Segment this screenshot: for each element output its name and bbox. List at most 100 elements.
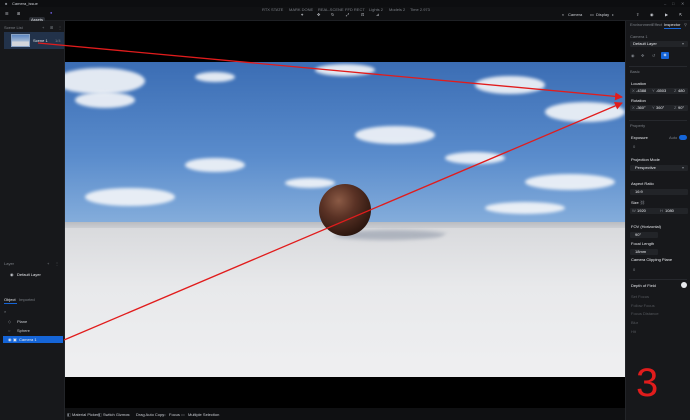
size-field[interactable]: W 1920 H 1080 [630, 208, 688, 214]
property-section-label: Property [630, 123, 646, 128]
fov-value[interactable]: 90° [635, 232, 641, 237]
grid-icon[interactable]: ⊞ [17, 11, 20, 16]
ground-plane [65, 228, 625, 377]
more-icon[interactable]: ⋮ [58, 25, 62, 30]
render-view[interactable] [65, 62, 625, 377]
link-icon[interactable]: ⛓ [640, 200, 645, 205]
add-layer-icon[interactable]: + [47, 261, 49, 266]
tab-environment[interactable]: Environment [630, 22, 652, 27]
reset-icon[interactable]: ↺ [652, 53, 655, 58]
basic-section-label: Basic [630, 69, 640, 74]
measure-icon[interactable]: ⊿ [376, 12, 379, 17]
projection-select[interactable]: Perspective ▾ [630, 165, 688, 171]
object-name: Camera 1 [19, 337, 37, 342]
snap-icon[interactable]: ⊡ [361, 12, 364, 17]
tab-object[interactable]: Object [4, 297, 16, 302]
projection-label: Projection Mode [631, 157, 660, 162]
move-icon[interactable]: ✥ [317, 12, 320, 17]
focal-field[interactable]: 18mm [630, 249, 658, 255]
sphere-object[interactable] [319, 184, 371, 236]
mouse-icon: ◧ [67, 412, 71, 417]
chevron-down-icon: ▾ [682, 165, 685, 170]
visibility-icon[interactable]: ◉ [8, 337, 12, 342]
rotation-z[interactable]: 90° [678, 105, 684, 110]
share-icon[interactable]: ⇪ [636, 12, 639, 17]
tab-imported[interactable]: Imported [19, 297, 35, 302]
menu-item-rtx[interactable]: RTX STATE [262, 7, 283, 12]
status-item: Multiple Selection [188, 412, 220, 417]
size-width[interactable]: 1920 [637, 208, 646, 213]
dof-item: Hit [631, 329, 636, 334]
location-label: Location [631, 81, 647, 86]
object-name: Sphere [17, 328, 30, 333]
tab-effect[interactable]: Effect [652, 22, 662, 27]
collapse-icon[interactable]: ▸ [612, 12, 614, 17]
key-icon: ▭ [162, 412, 166, 417]
dof-toggle[interactable] [681, 282, 687, 288]
mouse-icon: ◧ [98, 412, 102, 417]
status-item: Focus [169, 412, 180, 417]
exposure-value[interactable]: 0 [633, 144, 635, 149]
list-item[interactable]: ○ Sphere [3, 327, 63, 334]
size-height[interactable]: 1080 [665, 208, 674, 213]
rotation-label: Rotation [631, 98, 646, 103]
clip-value[interactable]: 0 [633, 267, 635, 272]
focal-value[interactable]: 18mm [635, 249, 646, 254]
layer-select-value: Default Layer [633, 41, 657, 46]
focal-label: Focal Length [631, 241, 655, 246]
viewport[interactable] [65, 21, 625, 420]
rotation-x[interactable]: -360° [636, 105, 646, 110]
list-item[interactable]: ◇ Plane [3, 318, 63, 325]
chevron-down-icon: ▾ [682, 41, 685, 46]
layer-options-icon[interactable]: ⋮ [55, 261, 59, 266]
render-icon[interactable]: ◉ [650, 12, 654, 17]
visible-toggle-icon[interactable]: ◉ [631, 53, 635, 58]
layer-item-default[interactable]: Default Layer [17, 272, 41, 277]
location-y[interactable]: -6503 [656, 88, 666, 93]
app-logo-icon: ■ [5, 1, 8, 6]
size-label: Size [631, 200, 639, 205]
search-icon[interactable]: ⌕ [4, 309, 6, 314]
camera-icon[interactable]: ◐ [562, 12, 564, 17]
layer-visibility-icon[interactable]: ◉ [10, 272, 14, 277]
sphere-icon: ○ [8, 328, 11, 333]
pointer-icon[interactable]: ⌖ [301, 12, 303, 17]
display-icon[interactable]: ▭ [590, 12, 594, 17]
location-x[interactable]: -4388 [636, 88, 646, 93]
ai-icon[interactable]: ● [50, 10, 52, 15]
menu-icon[interactable]: ☰ [5, 11, 9, 16]
status-bar: ◧ Material Picker ◧ Switch Gizmos ▭ Drag… [65, 408, 625, 420]
annotation-number: 3 [636, 361, 659, 405]
add-scene-icon[interactable]: + [42, 25, 44, 30]
location-z[interactable]: 480 [678, 88, 685, 93]
camera-name: Camera 1 [630, 34, 648, 39]
grid-view-icon[interactable]: ⊞ [50, 25, 53, 30]
export-icon[interactable]: ⇱ [679, 12, 682, 17]
menu-item-models[interactable]: Models 2 [389, 7, 405, 12]
list-item-selected[interactable]: ◉ ▣ Camera 1 [3, 336, 63, 343]
display-button[interactable]: Display [596, 12, 609, 17]
lock-view-icon[interactable]: ◈ [661, 52, 669, 59]
tab-inspector[interactable]: Inspector [664, 22, 680, 27]
video-icon[interactable]: ▶ [665, 12, 668, 17]
aspect-select[interactable]: 16:9 [630, 189, 688, 195]
pin-icon[interactable]: ⚲ [684, 22, 687, 27]
transform-icon[interactable]: ✥ [641, 53, 644, 58]
scale-icon[interactable]: ⤢ [346, 12, 349, 17]
exposure-auto-toggle[interactable] [679, 135, 687, 140]
rotation-field[interactable]: X -360° Y 360° Z 90° [630, 105, 688, 111]
left-panel: Scene List + ⊞ ⋮ [0, 21, 65, 420]
camera-button[interactable]: Camera [568, 12, 582, 17]
tab-underline [4, 303, 17, 304]
minimize-icon[interactable]: – [664, 1, 666, 6]
maximize-icon[interactable]: □ [672, 1, 674, 6]
exposure-label: Exposure [631, 135, 648, 140]
rotation-y[interactable]: 360° [656, 105, 664, 110]
tab-underline [664, 28, 681, 29]
layer-select[interactable]: Default Layer ▾ [630, 41, 688, 47]
menu-item-time[interactable]: Time 2.973 [410, 7, 430, 12]
rotate-icon[interactable]: ↻ [331, 12, 334, 17]
fov-field[interactable]: 90° [630, 232, 658, 238]
location-field[interactable]: X -4388 Y -6503 Z 480 [630, 88, 688, 94]
close-icon[interactable]: ✕ [681, 1, 684, 6]
